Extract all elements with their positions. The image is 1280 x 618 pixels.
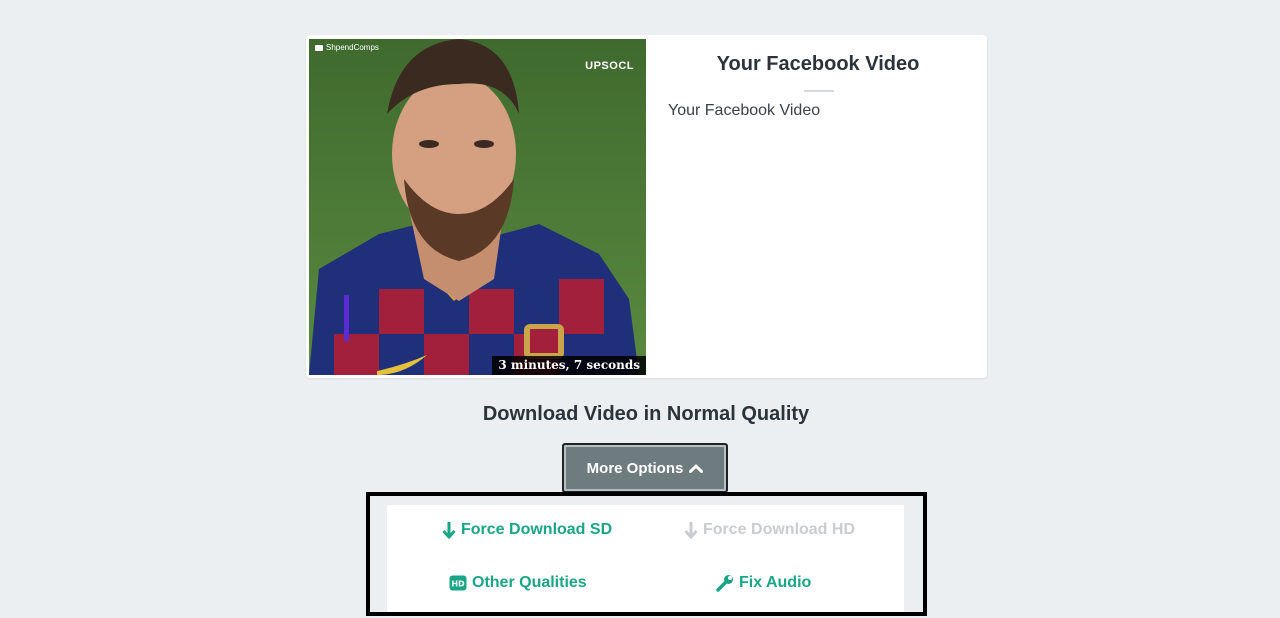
svg-text:HD: HD: [451, 580, 465, 589]
title-divider: [804, 90, 834, 92]
video-thumbnail[interactable]: ShpendComps UPSOCL 3 minutes, 7 seconds: [309, 39, 646, 375]
watermark: UPSOCL: [585, 60, 634, 72]
chevron-up-icon: [689, 464, 704, 473]
fix-audio-label: Fix Audio: [739, 574, 812, 591]
channel-tag: ShpendComps: [315, 43, 379, 52]
arrow-down-icon: [684, 522, 698, 539]
force-download-hd-button: Force Download HD: [684, 521, 855, 539]
hd-icon: HD: [449, 575, 467, 591]
options-highlight-frame: Force Download SD Force Download HD HD O…: [366, 492, 927, 616]
force-download-sd-button[interactable]: Force Download SD: [442, 521, 612, 539]
force-download-sd-label: Force Download SD: [461, 521, 613, 538]
thumbnail-image: [309, 39, 646, 375]
wrench-icon: [716, 575, 733, 592]
options-panel: Force Download SD Force Download HD HD O…: [387, 505, 904, 612]
channel-name: ShpendComps: [326, 43, 379, 52]
video-card: ShpendComps UPSOCL 3 minutes, 7 seconds …: [306, 35, 987, 378]
video-duration: 3 minutes, 7 seconds: [492, 356, 646, 375]
quality-heading: Download Video in Normal Quality: [482, 403, 810, 425]
force-download-hd-label: Force Download HD: [703, 521, 856, 538]
other-qualities-label: Other Qualities: [472, 574, 587, 591]
more-options-label: More Options: [586, 459, 684, 477]
fix-audio-button[interactable]: Fix Audio: [716, 574, 811, 592]
more-options-button[interactable]: More Options: [562, 443, 728, 493]
video-description: Your Facebook Video: [668, 102, 821, 119]
youtube-icon: [315, 44, 323, 51]
other-qualities-button[interactable]: HD Other Qualities: [449, 574, 587, 592]
arrow-down-icon: [442, 522, 456, 539]
video-title: Your Facebook Video: [716, 53, 920, 75]
